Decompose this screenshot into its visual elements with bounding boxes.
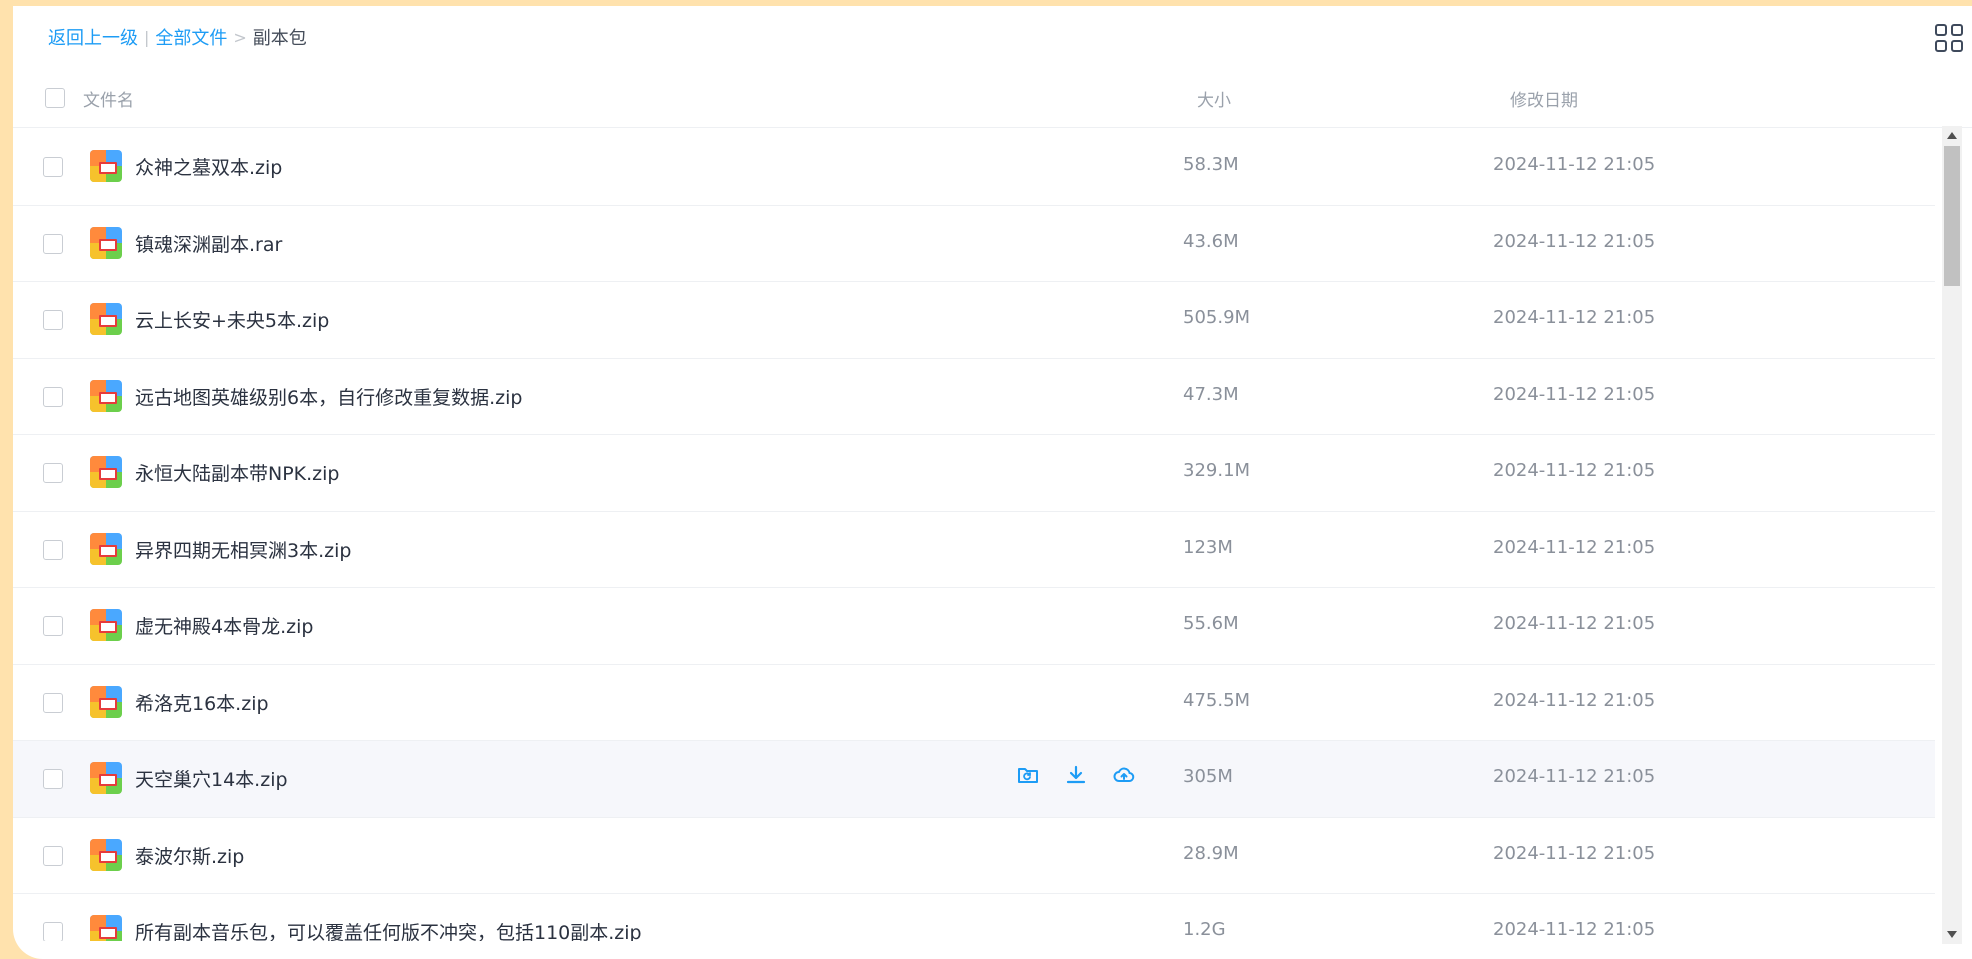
archive-file-icon <box>90 838 122 871</box>
file-row[interactable]: 镇魂深渊副本.rar 43.6M 2024-11-12 21:05 <box>13 206 1935 282</box>
file-row[interactable]: 所有副本音乐包，可以覆盖任何版不冲突，包括110副本.zip 1.2G 2024… <box>13 894 1935 941</box>
breadcrumb-separator: | <box>144 27 150 47</box>
file-size: 47.3M <box>1183 383 1239 405</box>
file-size: 505.9M <box>1183 307 1251 328</box>
file-row[interactable]: 远古地图英雄级别6本，自行修改重复数据.zip 47.3M 2024-11-12… <box>13 359 1935 435</box>
breadcrumb-arrow: > <box>233 27 247 47</box>
file-row[interactable]: 异界四期无相冥渊3本.zip 123M 2024-11-12 21:05 <box>13 512 1935 588</box>
file-size: 28.9M <box>1183 842 1239 864</box>
back-link[interactable]: 返回上一级 <box>48 24 138 50</box>
file-date: 2024-11-12 21:05 <box>1493 230 1656 252</box>
file-date: 2024-11-12 21:05 <box>1493 154 1656 175</box>
file-date: 2024-11-12 21:05 <box>1493 460 1656 481</box>
file-name[interactable]: 希洛克16本.zip <box>135 689 269 716</box>
row-actions <box>1016 763 1136 787</box>
file-date: 2024-11-12 21:05 <box>1493 689 1656 711</box>
file-size: 58.3M <box>1183 154 1239 175</box>
row-checkbox[interactable] <box>43 386 63 407</box>
row-checkbox[interactable] <box>43 692 63 713</box>
row-checkbox[interactable] <box>43 539 63 560</box>
list-header: 文件名 大小 修改日期 <box>13 66 1972 128</box>
download-icon[interactable] <box>1064 763 1088 787</box>
grid-cell <box>1951 40 1963 52</box>
scroll-thumb[interactable] <box>1944 146 1960 286</box>
file-row[interactable]: 泰波尔斯.zip 28.9M 2024-11-12 21:05 <box>13 818 1935 894</box>
column-date-header[interactable]: 修改日期 <box>1510 86 1578 111</box>
archive-file-icon <box>90 150 122 182</box>
save-to-drive-icon[interactable] <box>1016 763 1040 787</box>
grid-cell <box>1935 24 1947 36</box>
file-date: 2024-11-12 21:05 <box>1493 842 1656 864</box>
archive-file-icon <box>90 915 122 941</box>
file-row[interactable]: 众神之墓双本.zip 58.3M 2024-11-12 21:05 <box>13 129 1935 206</box>
grid-cell <box>1935 40 1947 52</box>
file-date: 2024-11-12 21:05 <box>1493 536 1656 558</box>
file-size: 123M <box>1183 536 1233 558</box>
file-size: 1.2G <box>1183 919 1226 940</box>
archive-file-icon <box>90 762 122 794</box>
file-name[interactable]: 天空巢穴14本.zip <box>135 765 288 792</box>
file-row[interactable]: 虚无神殿4本骨龙.zip 55.6M 2024-11-12 21:05 <box>13 588 1935 665</box>
file-name[interactable]: 永恒大陆副本带NPK.zip <box>135 459 339 486</box>
file-row[interactable]: 永恒大陆副本带NPK.zip 329.1M 2024-11-12 21:05 <box>13 435 1935 512</box>
file-row[interactable]: 云上长安+未央5本.zip 505.9M 2024-11-12 21:05 <box>13 282 1935 359</box>
column-name-header[interactable]: 文件名 <box>83 86 134 111</box>
file-size: 43.6M <box>1183 230 1239 252</box>
file-name[interactable]: 云上长安+未央5本.zip <box>135 306 329 333</box>
file-date: 2024-11-12 21:05 <box>1493 766 1656 787</box>
file-name[interactable]: 异界四期无相冥渊3本.zip <box>135 536 351 563</box>
select-all-checkbox[interactable] <box>45 88 65 108</box>
current-folder: 副本包 <box>252 28 307 49</box>
row-checkbox[interactable] <box>43 157 63 177</box>
file-name[interactable]: 众神之墓双本.zip <box>135 153 282 180</box>
scrollbar[interactable] <box>1942 126 1962 944</box>
row-checkbox[interactable] <box>43 233 63 254</box>
row-checkbox[interactable] <box>43 922 63 941</box>
file-browser-panel: 返回上一级 | 全部文件 > 副本包 文件名 大小 修改日期 众神之墓双本.zi… <box>13 6 1972 959</box>
all-files-link[interactable]: 全部文件 <box>155 24 227 50</box>
breadcrumb: 返回上一级 | 全部文件 > 副本包 <box>48 24 307 50</box>
file-date: 2024-11-12 21:05 <box>1493 919 1656 940</box>
grid-view-icon[interactable] <box>1934 23 1964 53</box>
file-row[interactable]: 天空巢穴14本.zip 305M 2024-11-12 21:05 <box>13 741 1935 818</box>
archive-file-icon <box>90 609 122 641</box>
file-name[interactable]: 泰波尔斯.zip <box>135 842 244 869</box>
scroll-down-arrow[interactable] <box>1947 931 1957 938</box>
file-size: 305M <box>1183 766 1233 787</box>
archive-file-icon <box>90 532 122 565</box>
archive-file-icon <box>90 379 122 412</box>
row-checkbox[interactable] <box>43 845 63 866</box>
cloud-upload-icon[interactable] <box>1112 763 1136 787</box>
file-size: 475.5M <box>1183 689 1251 711</box>
file-name[interactable]: 虚无神殿4本骨龙.zip <box>135 612 313 639</box>
column-size-header[interactable]: 大小 <box>1197 86 1231 111</box>
row-checkbox[interactable] <box>43 769 63 789</box>
row-checkbox[interactable] <box>43 463 63 483</box>
archive-file-icon <box>90 303 122 335</box>
file-name[interactable]: 远古地图英雄级别6本，自行修改重复数据.zip <box>135 383 522 410</box>
file-date: 2024-11-12 21:05 <box>1493 613 1656 634</box>
grid-cell <box>1951 24 1963 36</box>
file-name[interactable]: 镇魂深渊副本.rar <box>135 230 282 257</box>
file-date: 2024-11-12 21:05 <box>1493 307 1656 328</box>
archive-file-icon <box>90 226 122 259</box>
archive-file-icon <box>90 456 122 488</box>
row-checkbox[interactable] <box>43 310 63 330</box>
file-size: 55.6M <box>1183 613 1239 634</box>
file-name[interactable]: 所有副本音乐包，可以覆盖任何版不冲突，包括110副本.zip <box>135 918 642 941</box>
file-list: 众神之墓双本.zip 58.3M 2024-11-12 21:05 镇魂深渊副本… <box>13 129 1935 941</box>
scroll-up-arrow[interactable] <box>1947 132 1957 139</box>
archive-file-icon <box>90 685 122 718</box>
file-row[interactable]: 希洛克16本.zip 475.5M 2024-11-12 21:05 <box>13 665 1935 741</box>
file-date: 2024-11-12 21:05 <box>1493 383 1656 405</box>
toolbar: 返回上一级 | 全部文件 > 副本包 <box>13 6 1972 66</box>
file-size: 329.1M <box>1183 460 1251 481</box>
row-checkbox[interactable] <box>43 616 63 636</box>
